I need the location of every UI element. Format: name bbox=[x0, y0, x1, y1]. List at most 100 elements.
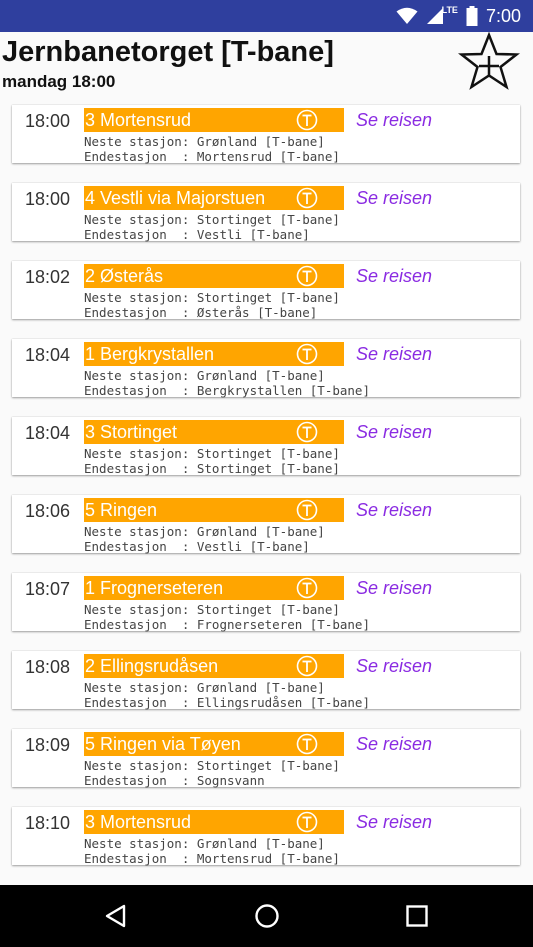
clock: 7:00 bbox=[485, 5, 521, 26]
line-name: 1 Bergkrystallen bbox=[85, 344, 215, 364]
next-stop: Neste stasjon: Grønland [T-bane] bbox=[84, 368, 325, 383]
see-journey-link[interactable]: Se reisen bbox=[356, 734, 432, 755]
t-bane-icon bbox=[296, 421, 318, 443]
line-badge: 5 Ringen via Tøyen bbox=[84, 732, 344, 756]
page-title: Jernbanetorget [T-bane] bbox=[2, 36, 334, 68]
stop-info: Neste stasjon: Grønland [T-bane] Endesta… bbox=[84, 680, 370, 710]
departure-card[interactable]: 18:10 3 Mortensrud Se reisen Neste stasj… bbox=[12, 807, 520, 866]
status-icons: LTE 7:00 bbox=[396, 0, 521, 32]
line-name: 4 Vestli via Majorstuen bbox=[85, 188, 266, 208]
destination: Endestasjon : Ellingsrudåsen [T-bane] bbox=[84, 695, 370, 710]
departure-card[interactable]: 18:04 3 Stortinget Se reisen Neste stasj… bbox=[12, 417, 520, 476]
next-stop: Neste stasjon: Stortinget [T-bane] bbox=[84, 212, 340, 227]
departure-card[interactable]: 18:07 1 Frognerseteren Se reisen Neste s… bbox=[12, 573, 520, 632]
t-bane-icon bbox=[296, 187, 318, 209]
departure-card[interactable]: 18:08 2 Ellingsrudåsen Se reisen Neste s… bbox=[12, 651, 520, 710]
see-journey-link[interactable]: Se reisen bbox=[356, 110, 432, 131]
see-journey-link[interactable]: Se reisen bbox=[356, 188, 432, 209]
line-name: 5 Ringen via Tøyen bbox=[85, 734, 241, 754]
t-bane-icon bbox=[296, 499, 318, 521]
destination: Endestasjon : Mortensrud [T-bane] bbox=[84, 149, 340, 164]
line-badge: 1 Frognerseteren bbox=[84, 576, 344, 600]
departure-time: 18:00 bbox=[25, 111, 71, 131]
line-badge: 5 Ringen bbox=[84, 498, 344, 522]
destination: Endestasjon : Mortensrud [T-bane] bbox=[84, 851, 340, 866]
line-badge: 3 Mortensrud bbox=[84, 108, 344, 132]
wifi-icon bbox=[396, 7, 418, 24]
see-journey-link[interactable]: Se reisen bbox=[356, 656, 432, 677]
recents-icon bbox=[406, 905, 428, 927]
stop-info: Neste stasjon: Grønland [T-bane] Endesta… bbox=[84, 524, 325, 554]
star-plus-icon bbox=[457, 31, 521, 90]
see-journey-link[interactable]: Se reisen bbox=[356, 344, 432, 365]
t-bane-icon bbox=[296, 109, 318, 131]
departure-card[interactable]: 18:00 4 Vestli via Majorstuen Se reisen … bbox=[12, 183, 520, 242]
departure-time: 18:04 bbox=[25, 423, 71, 443]
line-name: 3 Stortinget bbox=[85, 422, 178, 442]
departure-time: 18:06 bbox=[25, 501, 71, 521]
stop-info: Neste stasjon: Stortinget [T-bane] Endes… bbox=[84, 602, 370, 632]
see-journey-link[interactable]: Se reisen bbox=[356, 578, 432, 599]
destination: Endestasjon : Frognerseteren [T-bane] bbox=[84, 617, 370, 632]
line-name: 1 Frognerseteren bbox=[85, 578, 224, 598]
next-stop: Neste stasjon: Stortinget [T-bane] bbox=[84, 758, 340, 773]
next-stop: Neste stasjon: Grønland [T-bane] bbox=[84, 680, 325, 695]
destination: Endestasjon : Vestli [T-bane] bbox=[84, 539, 310, 554]
line-badge: 2 Østerås bbox=[84, 264, 344, 288]
next-stop: Neste stasjon: Stortinget [T-bane] bbox=[84, 290, 340, 305]
line-badge: 1 Bergkrystallen bbox=[84, 342, 344, 366]
next-stop: Neste stasjon: Grønland [T-bane] bbox=[84, 836, 325, 851]
stop-info: Neste stasjon: Grønland [T-bane] Endesta… bbox=[84, 134, 340, 164]
line-name: 5 Ringen bbox=[85, 500, 158, 520]
see-journey-link[interactable]: Se reisen bbox=[356, 500, 432, 521]
departure-list: 18:00 3 Mortensrud Se reisen Neste stasj… bbox=[12, 105, 521, 885]
departure-card[interactable]: 18:06 5 Ringen Se reisen Neste stasjon: … bbox=[12, 495, 520, 554]
network-type: LTE bbox=[441, 5, 458, 15]
destination: Endestasjon : Bergkrystallen [T-bane] bbox=[84, 383, 370, 398]
line-badge: 2 Ellingsrudåsen bbox=[84, 654, 344, 678]
stop-info: Neste stasjon: Stortinget [T-bane] Endes… bbox=[84, 290, 340, 320]
nav-recents-button[interactable] bbox=[403, 902, 431, 930]
next-stop: Neste stasjon: Stortinget [T-bane] bbox=[84, 446, 340, 461]
destination: Endestasjon : Stortinget [T-bane] bbox=[84, 461, 340, 476]
see-journey-link[interactable]: Se reisen bbox=[356, 812, 432, 833]
t-bane-icon bbox=[296, 811, 318, 833]
stop-info: Neste stasjon: Stortinget [T-bane] Endes… bbox=[84, 758, 340, 788]
line-badge: 3 Stortinget bbox=[84, 420, 344, 444]
add-favorite-button[interactable] bbox=[457, 31, 521, 94]
line-name: 2 Ellingsrudåsen bbox=[85, 656, 219, 676]
t-bane-icon bbox=[296, 343, 318, 365]
see-journey-link[interactable]: Se reisen bbox=[356, 422, 432, 443]
nav-back-button[interactable] bbox=[102, 902, 130, 930]
departure-card[interactable]: 18:02 2 Østerås Se reisen Neste stasjon:… bbox=[12, 261, 520, 320]
stop-info: Neste stasjon: Stortinget [T-bane] Endes… bbox=[84, 212, 340, 242]
destination: Endestasjon : Vestli [T-bane] bbox=[84, 227, 310, 242]
destination: Endestasjon : Sognsvann bbox=[84, 773, 265, 788]
t-bane-icon bbox=[296, 265, 318, 287]
departure-card[interactable]: 18:04 1 Bergkrystallen Se reisen Neste s… bbox=[12, 339, 520, 398]
t-bane-icon bbox=[296, 733, 318, 755]
destination: Endestasjon : Østerås [T-bane] bbox=[84, 305, 318, 320]
departure-time: 18:04 bbox=[25, 345, 71, 365]
next-stop: Neste stasjon: Stortinget [T-bane] bbox=[84, 602, 340, 617]
line-badge: 3 Mortensrud bbox=[84, 810, 344, 834]
departure-time: 18:00 bbox=[25, 189, 71, 209]
departure-card[interactable]: 18:00 3 Mortensrud Se reisen Neste stasj… bbox=[12, 105, 520, 164]
departure-card[interactable]: 18:09 5 Ringen via Tøyen Se reisen Neste… bbox=[12, 729, 520, 788]
see-journey-link[interactable]: Se reisen bbox=[356, 266, 432, 287]
departure-time: 18:10 bbox=[25, 813, 71, 833]
t-bane-icon bbox=[296, 577, 318, 599]
line-name: 3 Mortensrud bbox=[85, 812, 192, 832]
nav-home-button[interactable] bbox=[253, 902, 281, 930]
status-bar: LTE 7:00 bbox=[0, 0, 533, 32]
next-stop: Neste stasjon: Grønland [T-bane] bbox=[84, 524, 325, 539]
line-name: 2 Østerås bbox=[85, 266, 164, 286]
stop-info: Neste stasjon: Stortinget [T-bane] Endes… bbox=[84, 446, 340, 476]
line-badge: 4 Vestli via Majorstuen bbox=[84, 186, 344, 210]
back-icon bbox=[105, 904, 126, 928]
stop-info: Neste stasjon: Grønland [T-bane] Endesta… bbox=[84, 368, 370, 398]
line-name: 3 Mortensrud bbox=[85, 110, 192, 130]
t-bane-icon bbox=[296, 655, 318, 677]
departure-time: 18:07 bbox=[25, 579, 71, 599]
departure-time: 18:02 bbox=[25, 267, 71, 287]
